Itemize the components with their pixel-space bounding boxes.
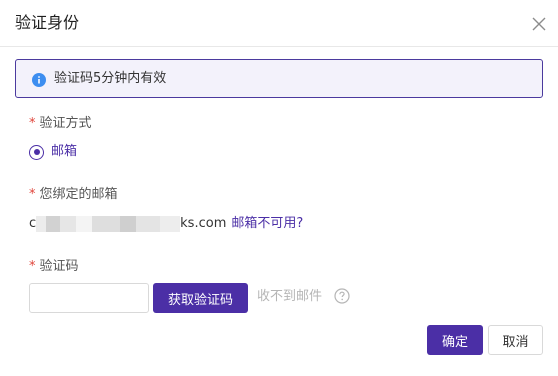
required-mark: *	[29, 259, 36, 274]
email-suffix: ks.com	[180, 216, 227, 231]
email-mask	[36, 216, 181, 232]
email-unavailable-link[interactable]: 邮箱不可用?	[231, 215, 303, 233]
cancel-button[interactable]: 取消	[488, 325, 543, 355]
method-label-text: 验证方式	[39, 116, 92, 131]
email-radio-option[interactable]: 邮箱	[29, 143, 77, 161]
code-label: * 验证码	[29, 258, 79, 276]
close-icon[interactable]	[531, 16, 547, 32]
email-prefix: c	[29, 216, 37, 231]
info-alert: 验证码5分钟内有效	[15, 59, 543, 98]
email-label: * 您绑定的邮箱	[29, 186, 118, 204]
info-icon	[32, 72, 46, 87]
get-code-button[interactable]: 获取验证码	[153, 283, 248, 313]
method-label: * 验证方式	[29, 115, 92, 133]
code-label-text: 验证码	[39, 259, 79, 274]
required-mark: *	[29, 116, 36, 131]
alert-text: 验证码5分钟内有效	[54, 71, 167, 86]
required-mark: *	[29, 187, 36, 202]
bound-email: c ks.com 邮箱不可用?	[29, 215, 303, 233]
dialog-title: 验证身份	[15, 13, 80, 32]
no-mail-link[interactable]: 收不到邮件	[257, 288, 322, 306]
question-circle-icon[interactable]	[334, 288, 350, 304]
verify-identity-dialog: 验证身份 验证码5分钟内有效 * 验证方式 邮箱 * 您绑定的邮箱 c ks.com…	[0, 0, 558, 376]
radio-label: 邮箱	[51, 144, 78, 159]
radio-selected-icon[interactable]	[29, 144, 44, 160]
email-label-text: 您绑定的邮箱	[39, 187, 118, 202]
dialog-header: 验证身份	[0, 0, 558, 47]
confirm-button[interactable]: 确定	[427, 325, 483, 355]
verification-code-input[interactable]	[29, 283, 149, 313]
